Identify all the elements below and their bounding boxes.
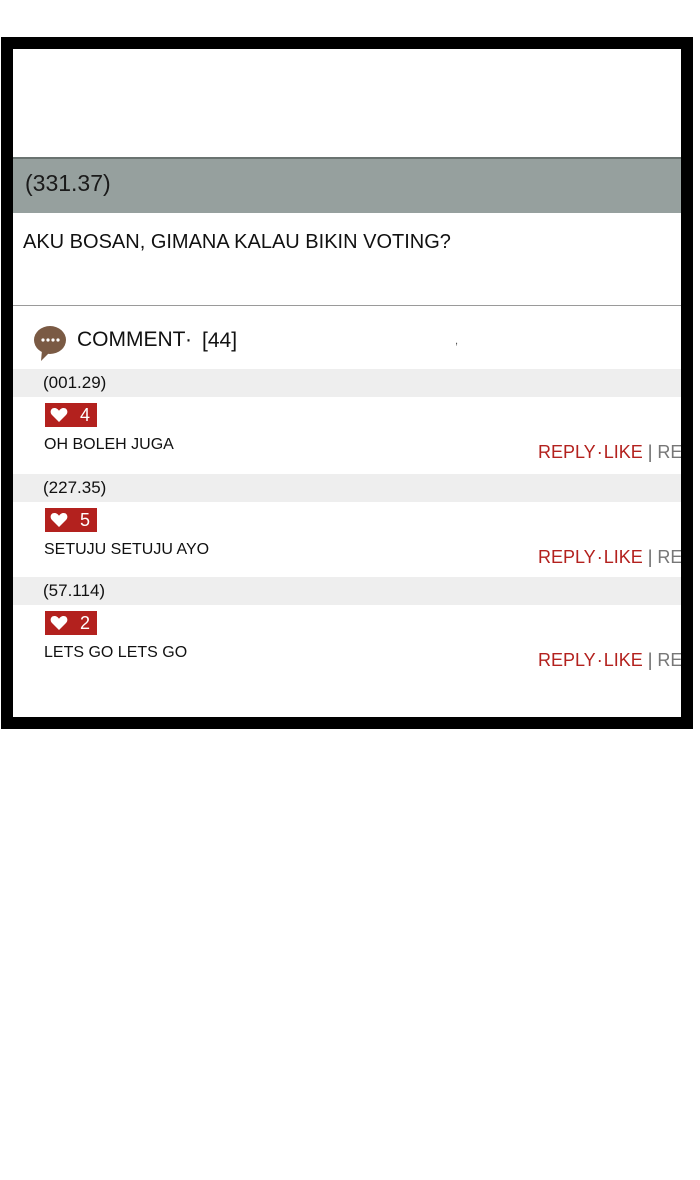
post-header: (331.37) [13,157,681,213]
like-badge[interactable]: 5 [45,508,97,532]
speech-bubble-icon [33,325,67,363]
report-link[interactable]: REP [657,442,681,462]
action-separator: · [596,650,603,670]
report-link[interactable]: REP [657,547,681,567]
comment-user-bar: (001.29) [13,369,681,397]
comment-title: COMMENT [77,328,186,351]
comment-separator-dot: · [185,328,192,351]
heart-icon [50,616,68,630]
action-divider: | [647,650,653,670]
comment-count: [44] [202,329,238,352]
like-badge[interactable]: 2 [45,611,97,635]
comment-text: OH BOLEH JUGA [44,436,174,453]
report-link[interactable]: REP [657,650,681,670]
comment-text: LETS GO LETS GO [44,644,188,661]
comment-user-id: (001.29) [43,373,107,392]
action-divider: | [647,442,653,462]
stray-mark: , [455,335,459,347]
like-count: 2 [80,613,91,633]
like-count: 5 [80,510,91,530]
comment-user-id: (227.35) [43,478,107,497]
reply-link[interactable]: REPLY [538,650,596,670]
heart-icon [50,513,68,527]
like-link[interactable]: LIKE [604,547,643,567]
post-body: AKU BOSAN, GIMANA KALAU BIKIN VOTING? [13,213,681,306]
comment-actions: REPLY·LIKE | REP [538,547,681,568]
comment-header: COMMENT · [44] , [13,317,681,367]
like-badge[interactable]: 4 [45,403,97,427]
reply-link[interactable]: REPLY [538,547,596,567]
reply-link[interactable]: REPLY [538,442,596,462]
comment-item: (57.114) 2 LETS GO LETS GO REPLY·LIKE | RE… [13,577,681,681]
like-link[interactable]: LIKE [604,442,643,462]
comment-user-id: (57.114) [43,581,106,600]
post-text: AKU BOSAN, GIMANA KALAU BIKIN VOTING? [23,231,451,253]
comment-user-bar: (57.114) [13,577,681,605]
action-separator: · [596,442,603,462]
comment-actions: REPLY·LIKE | REP [538,650,681,671]
comment-text: SETUJU SETUJU AYO [44,541,210,558]
comment-item: (227.35) 5 SETUJU SETUJU AYO REPLY·LIKE |… [13,474,681,578]
comment-actions: REPLY·LIKE | REP [538,442,681,463]
comment-user-bar: (227.35) [13,474,681,502]
comic-panel: (331.37) AKU BOSAN, GIMANA KALAU BIKIN V… [1,37,693,729]
heart-icon [50,408,68,422]
like-count: 4 [80,405,91,425]
like-link[interactable]: LIKE [604,650,643,670]
comment-item: (001.29) 4 OH BOLEH JUGA REPLY·LIKE | REP [13,369,681,473]
post-id: (331.37) [25,170,111,196]
action-separator: · [596,547,603,567]
action-divider: | [647,547,653,567]
